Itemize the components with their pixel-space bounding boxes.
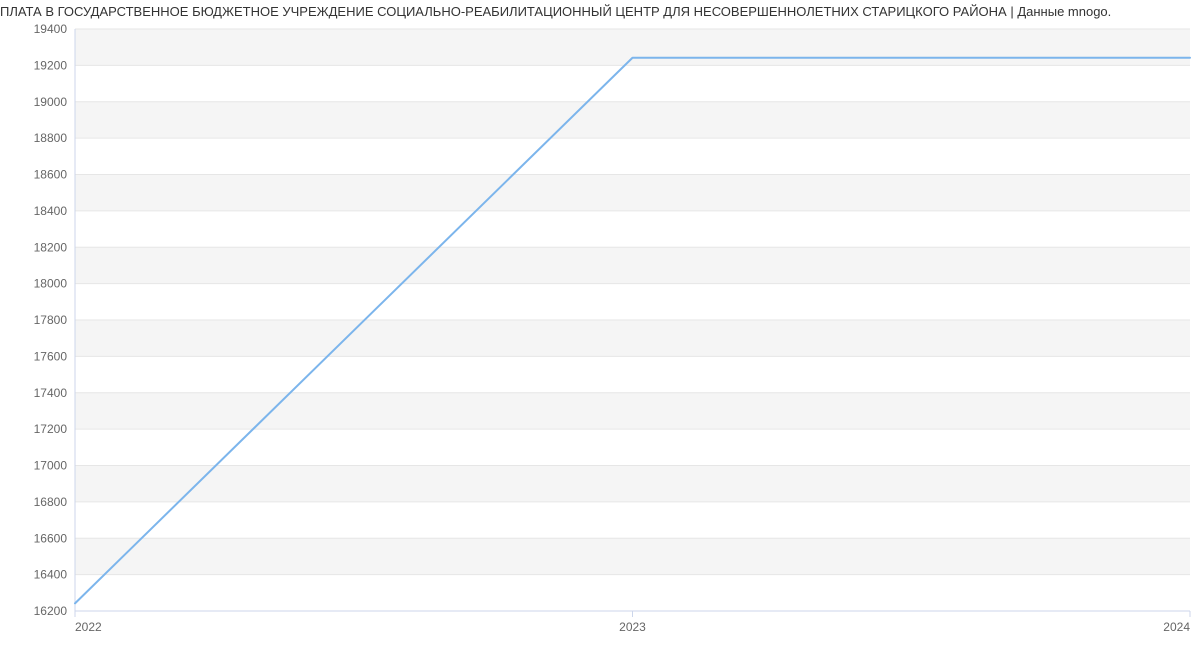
y-tick-label: 18200 <box>34 240 68 254</box>
y-tick-label: 16800 <box>34 495 68 509</box>
y-tick-label: 18800 <box>34 131 68 145</box>
x-tick-label: 2022 <box>75 620 102 634</box>
y-tick-label: 17200 <box>34 422 68 436</box>
y-tick-label: 18000 <box>34 277 68 291</box>
y-tick-label: 17800 <box>34 313 68 327</box>
y-tick-label: 17400 <box>34 386 68 400</box>
y-tick-label: 16600 <box>34 531 68 545</box>
y-tick-label: 19000 <box>34 95 68 109</box>
chart-area: 16200 16400 16600 16800 17000 17200 17400 17600… <box>0 21 1200 641</box>
plot-band <box>75 247 1190 283</box>
y-tick-label: 18600 <box>34 168 68 182</box>
plot-band <box>75 538 1190 574</box>
plot-band <box>75 175 1190 211</box>
y-tick-label: 17000 <box>34 459 68 473</box>
y-tick-label: 16400 <box>34 568 68 582</box>
y-tick-label: 16200 <box>34 604 68 618</box>
y-tick-label: 19200 <box>34 58 68 72</box>
line-chart-svg: 16200 16400 16600 16800 17000 17200 17400 17600… <box>0 21 1200 641</box>
plot-band <box>75 466 1190 502</box>
x-tick-label: 2023 <box>619 620 646 634</box>
plot-band <box>75 393 1190 429</box>
chart-title: ПЛАТА В ГОСУДАРСТВЕННОЕ БЮДЖЕТНОЕ УЧРЕЖД… <box>0 0 1200 21</box>
plot-band <box>75 29 1190 65</box>
y-tick-label: 17600 <box>34 349 68 363</box>
plot-band <box>75 320 1190 356</box>
y-tick-label: 18400 <box>34 204 68 218</box>
plot-band <box>75 102 1190 138</box>
x-tick-label: 2024 <box>1163 620 1190 634</box>
y-tick-label: 19400 <box>34 22 68 36</box>
